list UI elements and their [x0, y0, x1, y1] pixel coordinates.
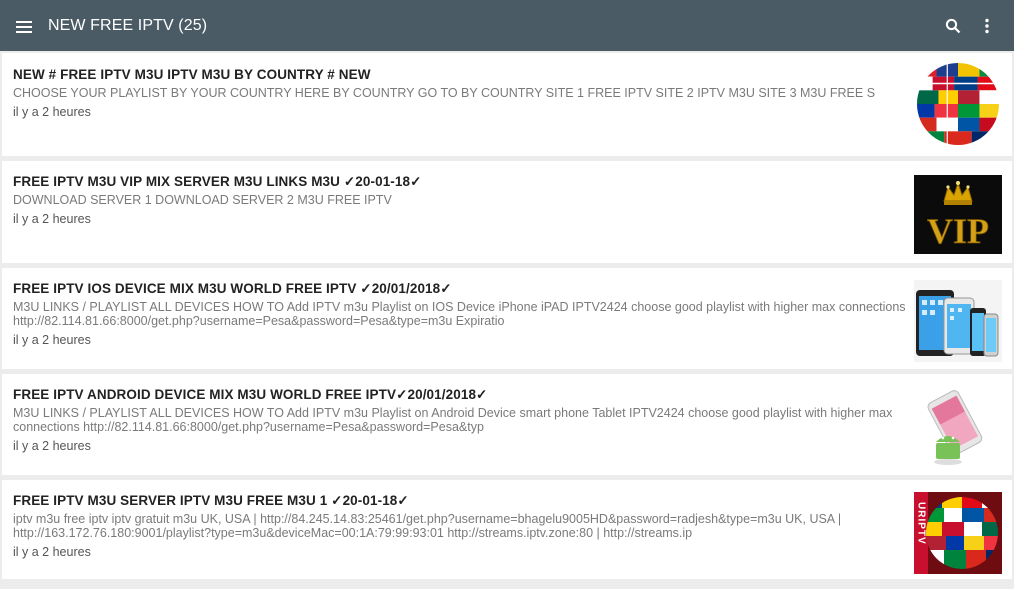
post-time: il y a 2 heures [13, 545, 91, 559]
post-time: il y a 2 heures [13, 105, 91, 119]
post-list: NEW # FREE IPTV M3U IPTV M3U BY COUNTRY … [0, 51, 1014, 579]
post-title: FREE IPTV M3U VIP MIX SERVER M3U LINKS M… [13, 174, 422, 189]
post-time: il y a 2 heures [13, 333, 91, 347]
post-thumbnail-flags-globe [914, 63, 1002, 145]
post-time: il y a 2 heures [13, 439, 91, 453]
post-title: FREE IPTV ANDROID DEVICE MIX M3U WORLD F… [13, 387, 488, 402]
uriptv-vertical-text: URIPTV [916, 502, 927, 545]
post-thumbnail-ios-devices [914, 280, 1002, 362]
post-description: iptv m3u free iptv iptv gratuit m3u UK, … [13, 512, 842, 540]
post-text: FREE IPTV M3U VIP MIX SERVER M3U LINKS M… [13, 172, 914, 226]
post-thumbnail-vip: VIP [914, 174, 1002, 254]
post-thumbnail-android [914, 386, 1002, 468]
post-card[interactable]: FREE IPTV IOS DEVICE MIX M3U WORLD FREE … [2, 268, 1012, 369]
post-title: FREE IPTV M3U SERVER IPTV M3U FREE M3U 1… [13, 493, 409, 508]
post-title: NEW # FREE IPTV M3U IPTV M3U BY COUNTRY … [13, 67, 371, 82]
post-description: M3U LINKS / PLAYLIST ALL DEVICES HOW TO … [13, 406, 893, 434]
post-card[interactable]: FREE IPTV ANDROID DEVICE MIX M3U WORLD F… [2, 374, 1012, 475]
post-thumbnail-uriptv: URIPTV [914, 492, 1002, 574]
post-text: FREE IPTV M3U SERVER IPTV M3U FREE M3U 1… [13, 491, 914, 559]
post-description: DOWNLOAD SERVER 1 DOWNLOAD SERVER 2 M3U … [13, 193, 392, 207]
post-card[interactable]: NEW # FREE IPTV M3U IPTV M3U BY COUNTRY … [2, 53, 1012, 156]
app-bar: NEW FREE IPTV (25) [0, 0, 1014, 51]
post-description: CHOOSE YOUR PLAYLIST BY YOUR COUNTRY HER… [13, 86, 876, 100]
post-title: FREE IPTV IOS DEVICE MIX M3U WORLD FREE … [13, 281, 452, 296]
post-card[interactable]: FREE IPTV M3U SERVER IPTV M3U FREE M3U 1… [2, 480, 1012, 579]
post-time: il y a 2 heures [13, 212, 91, 226]
menu-icon[interactable] [16, 19, 34, 33]
post-card[interactable]: FREE IPTV M3U VIP MIX SERVER M3U LINKS M… [2, 161, 1012, 263]
vip-text: VIP [927, 211, 989, 251]
page-title: NEW FREE IPTV (25) [48, 16, 208, 34]
more-vert-icon[interactable] [974, 13, 1000, 39]
post-text: NEW # FREE IPTV M3U IPTV M3U BY COUNTRY … [13, 65, 914, 119]
post-text: FREE IPTV IOS DEVICE MIX M3U WORLD FREE … [13, 279, 914, 347]
post-text: FREE IPTV ANDROID DEVICE MIX M3U WORLD F… [13, 385, 914, 453]
post-description: M3U LINKS / PLAYLIST ALL DEVICES HOW TO … [13, 300, 906, 328]
search-icon[interactable] [940, 13, 966, 39]
